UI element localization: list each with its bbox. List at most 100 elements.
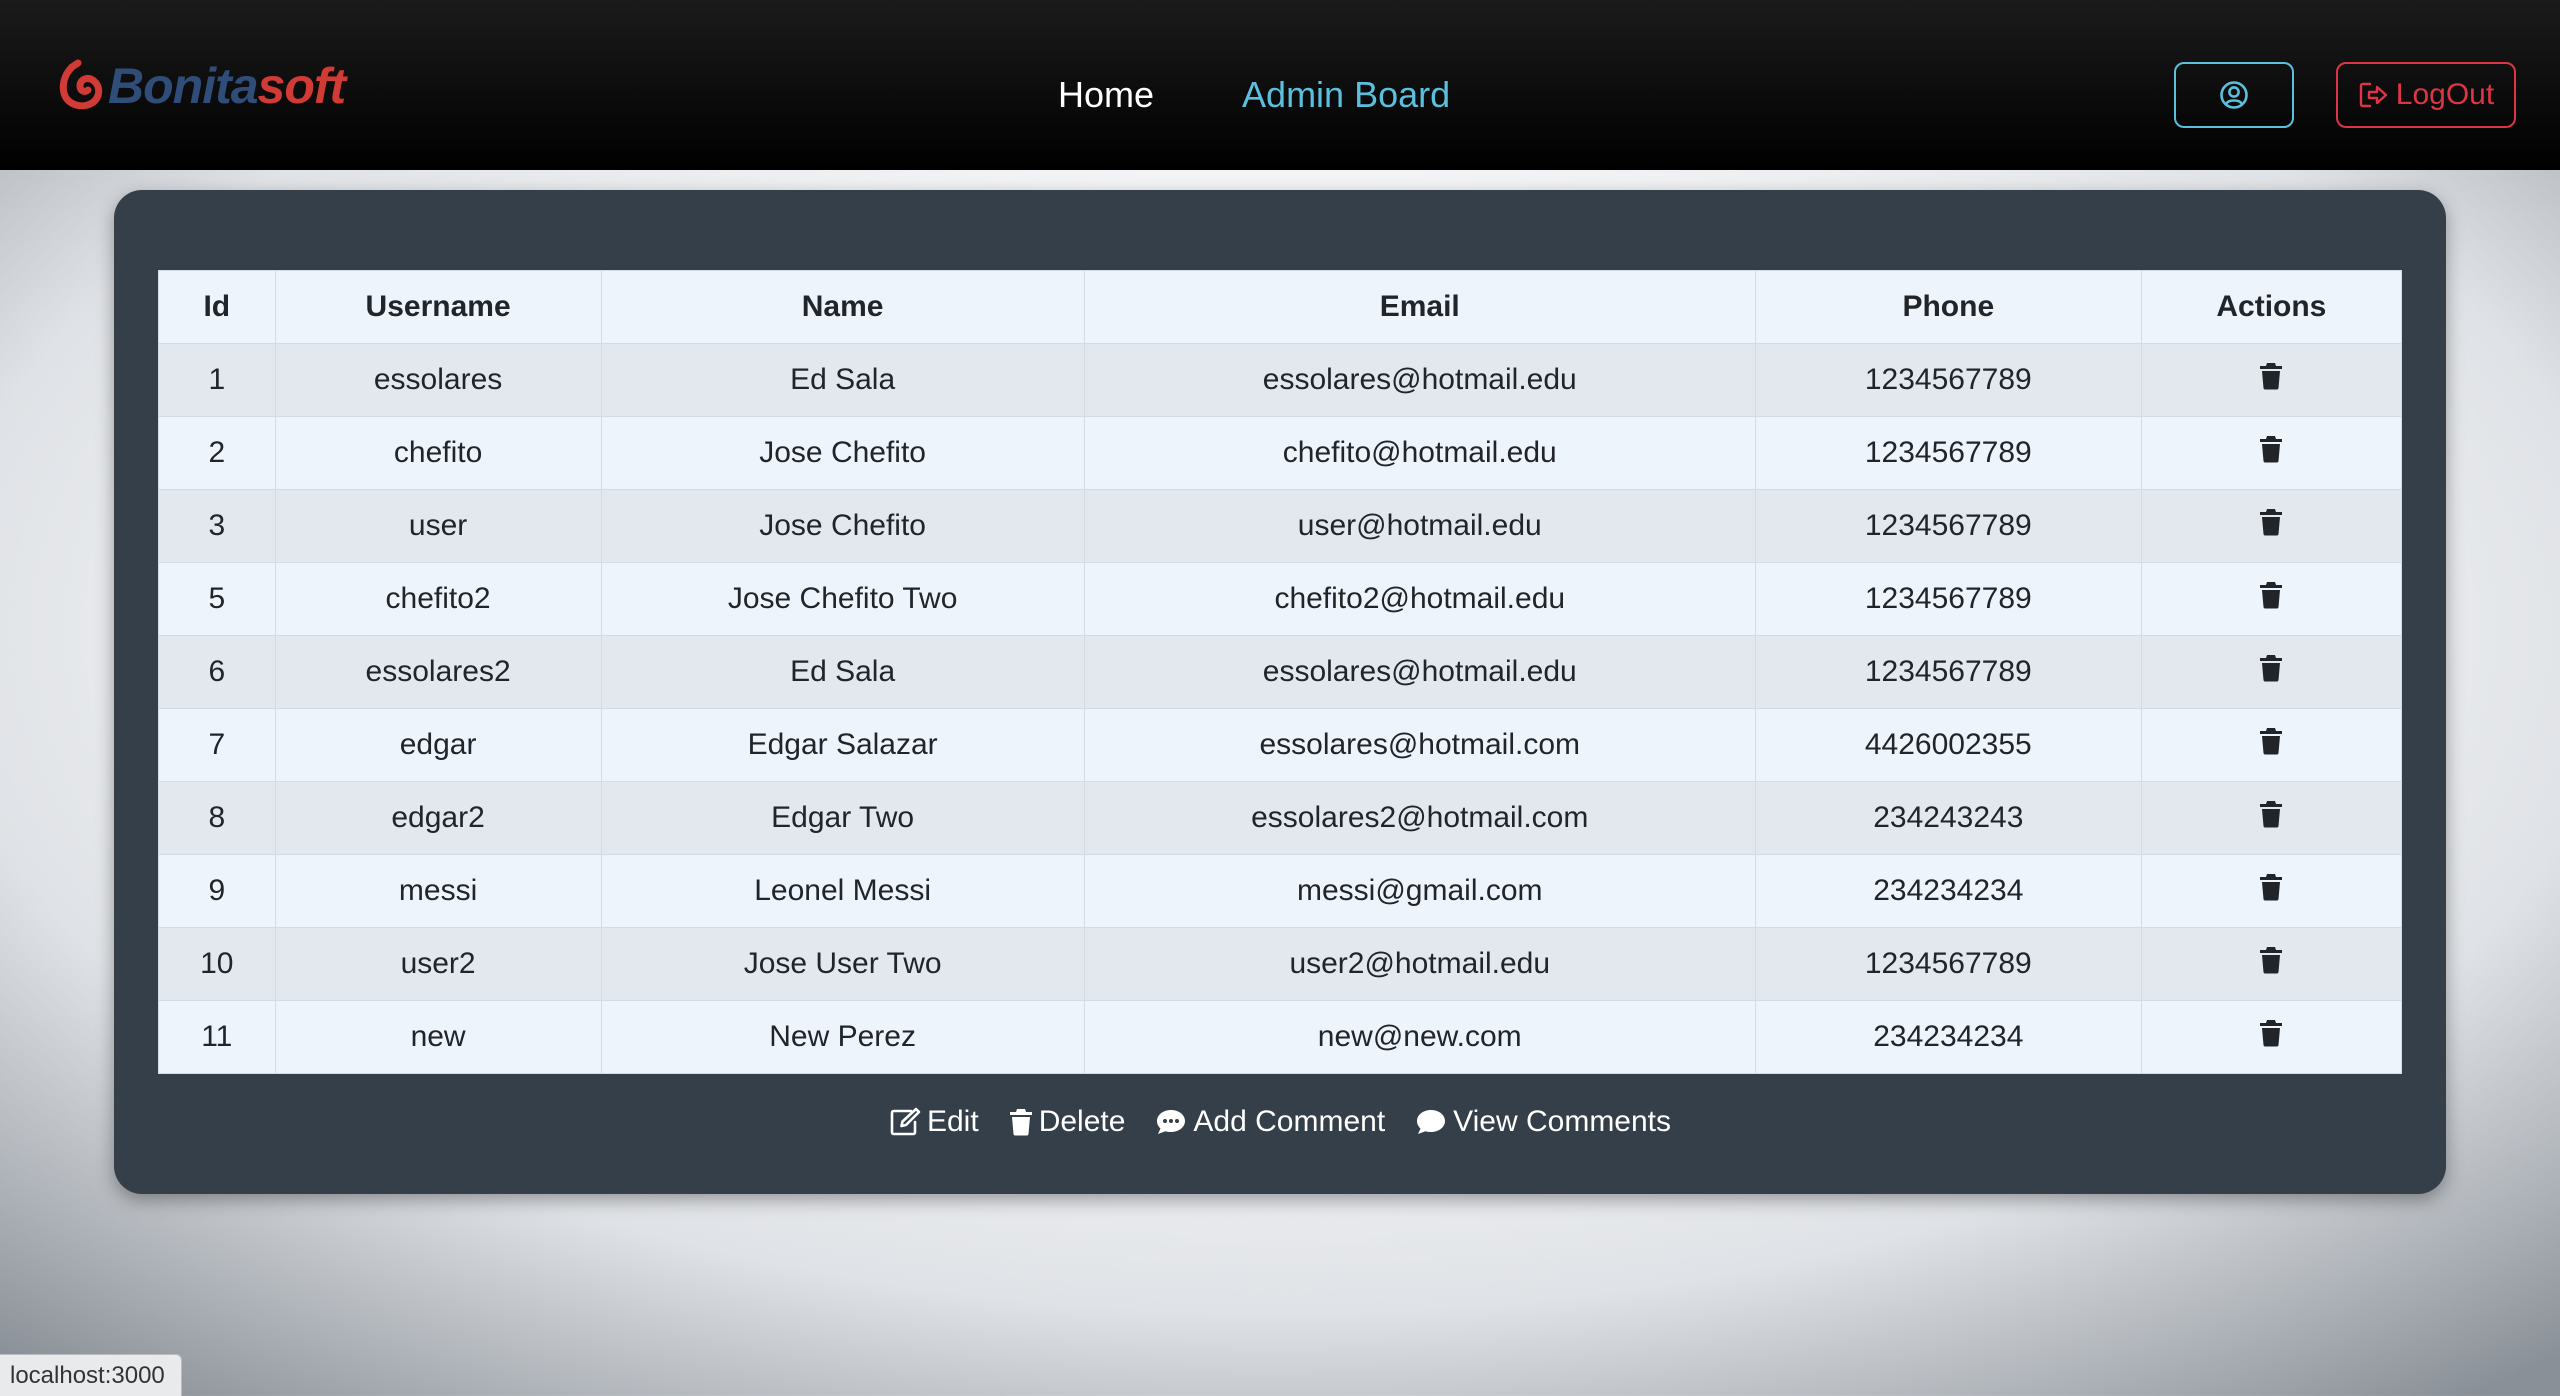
cell-phone: 1234567789 xyxy=(1754,489,2142,563)
cell-name: New Perez xyxy=(600,1000,1085,1074)
cell-username: edgar2 xyxy=(274,781,602,855)
cell-name: Ed Sala xyxy=(600,635,1085,709)
legend-add-comment: Add Comment xyxy=(1155,1105,1385,1139)
delete-user-button[interactable] xyxy=(2259,362,2283,398)
cell-phone: 1234567789 xyxy=(1754,927,2142,1001)
brand-logo[interactable]: Bonitasoft xyxy=(58,56,347,116)
legend-add-comment-label: Add Comment xyxy=(1193,1105,1386,1138)
header-phone: Phone xyxy=(1754,270,2142,344)
main-nav: Home Admin Board xyxy=(1058,68,1450,122)
cell-id: 11 xyxy=(158,1000,276,1074)
navbar: Bonitasoft Home Admin Board LogOut xyxy=(0,0,2560,170)
cell-email: essolares@hotmail.edu xyxy=(1083,635,1756,709)
bonitasoft-logo-icon xyxy=(59,59,103,110)
cell-id: 6 xyxy=(158,635,276,709)
brand-name-part2: soft xyxy=(257,58,347,114)
cell-actions xyxy=(2140,1000,2403,1074)
nav-home-link[interactable]: Home xyxy=(1058,68,1154,122)
delete-user-button[interactable] xyxy=(2259,435,2283,471)
cell-email: messi@gmail.com xyxy=(1083,854,1756,928)
delete-user-button[interactable] xyxy=(2259,800,2283,836)
cell-username: edgar xyxy=(274,708,602,782)
delete-user-button[interactable] xyxy=(2259,873,2283,909)
logout-button[interactable]: LogOut xyxy=(2336,62,2516,128)
cell-name: Jose Chefito xyxy=(600,489,1085,563)
sign-out-icon xyxy=(2359,82,2387,108)
trash-icon xyxy=(2260,363,2283,390)
delete-user-button[interactable] xyxy=(2259,946,2283,982)
trash-icon xyxy=(1009,1109,1032,1136)
trash-icon xyxy=(2260,1020,2283,1047)
cell-phone: 234243243 xyxy=(1754,781,2142,855)
cell-email: chefito2@hotmail.edu xyxy=(1083,562,1756,636)
cell-id: 9 xyxy=(158,854,276,928)
cell-actions xyxy=(2140,781,2403,855)
cell-id: 10 xyxy=(158,927,276,1001)
cell-actions xyxy=(2140,854,2403,928)
cell-username: chefito xyxy=(274,416,602,490)
cell-username: new xyxy=(274,1000,602,1074)
legend-delete-label: Delete xyxy=(1038,1105,1126,1138)
delete-user-button[interactable] xyxy=(2259,727,2283,763)
table-row: 10 user2 Jose User Two user2@hotmail.edu… xyxy=(158,927,2403,1001)
delete-user-button[interactable] xyxy=(2259,1019,2283,1055)
cell-email: new@new.com xyxy=(1083,1000,1756,1074)
table-row: 3 user Jose Chefito user@hotmail.edu 123… xyxy=(158,489,2403,563)
cell-actions xyxy=(2140,635,2403,709)
table-row: 1 essolares Ed Sala essolares@hotmail.ed… xyxy=(158,343,2403,417)
actions-legend: Edit Delete Add Comment View Comments xyxy=(114,1105,2446,1139)
delete-user-button[interactable] xyxy=(2259,654,2283,690)
cell-id: 1 xyxy=(158,343,276,417)
cell-phone: 234234234 xyxy=(1754,854,2142,928)
header-username: Username xyxy=(274,270,602,344)
cell-id: 7 xyxy=(158,708,276,782)
trash-icon xyxy=(2260,582,2283,609)
delete-user-button[interactable] xyxy=(2259,508,2283,544)
table-row: 2 chefito Jose Chefito chefito@hotmail.e… xyxy=(158,416,2403,490)
cell-email: user@hotmail.edu xyxy=(1083,489,1756,563)
delete-user-button[interactable] xyxy=(2259,581,2283,617)
trash-icon xyxy=(2260,436,2283,463)
trash-icon xyxy=(2260,801,2283,828)
cell-actions xyxy=(2140,708,2403,782)
legend-delete: Delete xyxy=(1009,1105,1126,1139)
edit-icon xyxy=(890,1107,921,1136)
cell-name: Leonel Messi xyxy=(600,854,1085,928)
cell-id: 5 xyxy=(158,562,276,636)
cell-email: chefito@hotmail.edu xyxy=(1083,416,1756,490)
cell-phone: 4426002355 xyxy=(1754,708,2142,782)
cell-id: 8 xyxy=(158,781,276,855)
trash-icon xyxy=(2260,509,2283,536)
table-row: 9 messi Leonel Messi messi@gmail.com 234… xyxy=(158,854,2403,928)
cell-name: Jose Chefito Two xyxy=(600,562,1085,636)
comment-icon xyxy=(1417,1110,1446,1134)
logout-label: LogOut xyxy=(2395,78,2495,111)
cell-name: Edgar Two xyxy=(600,781,1085,855)
cell-name: Jose User Two xyxy=(600,927,1085,1001)
cell-username: user2 xyxy=(274,927,602,1001)
cell-name: Jose Chefito xyxy=(600,416,1085,490)
cell-username: essolares2 xyxy=(274,635,602,709)
cell-email: essolares@hotmail.edu xyxy=(1083,343,1756,417)
cell-actions xyxy=(2140,489,2403,563)
cell-email: essolares@hotmail.com xyxy=(1083,708,1756,782)
table-row: 7 edgar Edgar Salazar essolares@hotmail.… xyxy=(158,708,2403,782)
cell-name: Edgar Salazar xyxy=(600,708,1085,782)
cell-phone: 1234567789 xyxy=(1754,416,2142,490)
brand-name: Bonitasoft xyxy=(108,56,347,116)
cell-email: user2@hotmail.edu xyxy=(1083,927,1756,1001)
cell-id: 3 xyxy=(158,489,276,563)
profile-button[interactable] xyxy=(2174,62,2294,128)
header-id: Id xyxy=(158,270,276,344)
cell-email: essolares2@hotmail.com xyxy=(1083,781,1756,855)
nav-admin-board-link[interactable]: Admin Board xyxy=(1242,68,1450,122)
users-card: Id Username Name Email Phone Actions 1 e… xyxy=(114,190,2446,1194)
table-row: 11 new New Perez new@new.com 234234234 xyxy=(158,1000,2403,1074)
cell-username: messi xyxy=(274,854,602,928)
cell-phone: 1234567789 xyxy=(1754,562,2142,636)
cell-actions xyxy=(2140,927,2403,1001)
table-row: 6 essolares2 Ed Sala essolares@hotmail.e… xyxy=(158,635,2403,709)
user-circle-icon xyxy=(2220,81,2248,109)
trash-icon xyxy=(2260,874,2283,901)
legend-view-comments-label: View Comments xyxy=(1453,1105,1672,1138)
